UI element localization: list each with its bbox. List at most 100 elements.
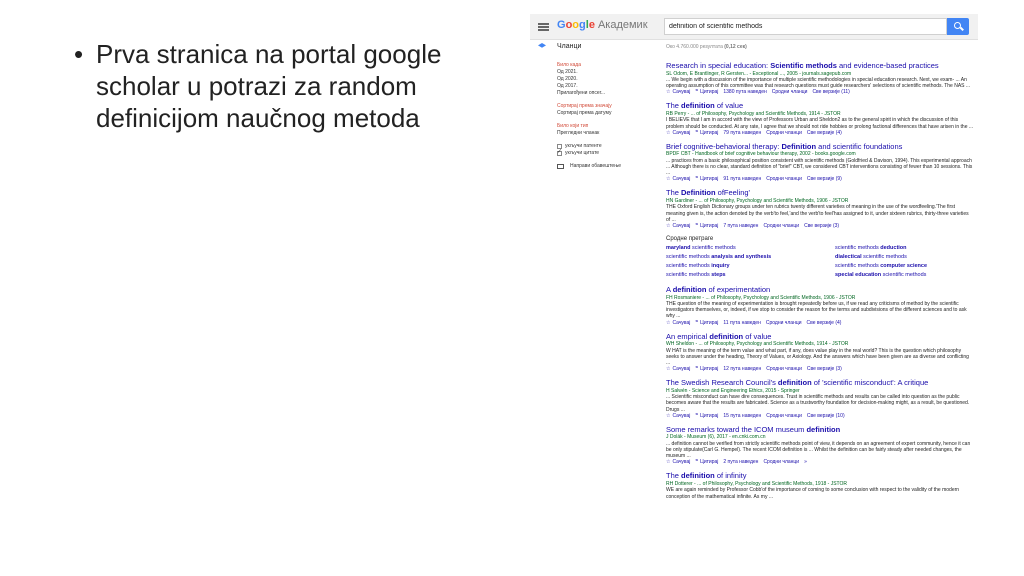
- quote-icon[interactable]: ❞: [695, 223, 698, 229]
- star-icon[interactable]: ☆: [666, 89, 670, 95]
- scholar-logo[interactable]: Google Академик: [557, 19, 648, 31]
- search-input[interactable]: [664, 18, 947, 35]
- save-link[interactable]: Сачувај: [672, 89, 690, 95]
- star-icon[interactable]: ☆: [666, 320, 670, 326]
- save-link[interactable]: Сачувај: [672, 366, 690, 372]
- time-2021[interactable]: Од 2021.: [557, 69, 657, 76]
- quote-icon[interactable]: ❞: [695, 366, 698, 372]
- cited-by-link[interactable]: 12 пута наведен: [723, 366, 761, 372]
- time-2020[interactable]: Од 2020.: [557, 76, 657, 83]
- quote-icon[interactable]: ❞: [695, 130, 698, 136]
- cited-by-link[interactable]: 15 пута наведен: [723, 413, 761, 419]
- time-custom[interactable]: Прилагођени опсег...: [557, 90, 657, 97]
- time-2017[interactable]: Од 2017.: [557, 83, 657, 90]
- quote-icon[interactable]: ❞: [695, 320, 698, 326]
- star-icon[interactable]: ☆: [666, 459, 670, 465]
- star-icon[interactable]: ☆: [666, 413, 670, 419]
- save-link[interactable]: Сачувај: [672, 459, 690, 465]
- related-search-link[interactable]: scientific methods deduction: [835, 245, 974, 251]
- menu-icon[interactable]: [538, 23, 549, 31]
- result-links: ☆ Сачувај ❞ Цитирај 12 пута наведен Сродни чл…: [666, 366, 974, 373]
- result-title-link[interactable]: The definition of infinity: [666, 472, 974, 481]
- save-link[interactable]: Сачувај: [672, 176, 690, 182]
- related-articles-link[interactable]: Сродни чланци: [766, 130, 802, 136]
- result-snippet: ... definition cannot be verified from s…: [666, 440, 971, 460]
- cite-link[interactable]: Цитирај: [700, 223, 718, 229]
- cite-link[interactable]: Цитирај: [700, 413, 718, 419]
- related-articles-link[interactable]: Сродни чланци: [766, 413, 802, 419]
- results-time: (0,12 сек): [724, 44, 747, 50]
- result-title-link[interactable]: An empirical definition of value: [666, 332, 974, 342]
- related-articles-link[interactable]: Сродни чланци: [763, 223, 799, 229]
- search-button[interactable]: [947, 18, 969, 35]
- save-link[interactable]: Сачувај: [672, 223, 690, 229]
- result-title-link[interactable]: Some remarks toward the ICOM museum defi…: [666, 425, 974, 435]
- related-search-link[interactable]: scientific methods steps: [666, 272, 835, 278]
- cite-link[interactable]: Цитирај: [700, 459, 718, 465]
- sort-relevance[interactable]: Сортирај према значају: [557, 103, 657, 110]
- result-title-link[interactable]: Research in special education: Scientifi…: [666, 61, 974, 71]
- cite-link[interactable]: Цитирај: [700, 176, 718, 182]
- related-search-link[interactable]: scientific methods analysis and synthesi…: [666, 254, 835, 260]
- related-bold: steps: [711, 272, 726, 279]
- slide-bullet: • Prva stranica na portal google scholar…: [74, 38, 494, 134]
- cite-link[interactable]: Цитирај: [700, 366, 718, 372]
- related-search-link[interactable]: dialectical scientific methods: [835, 254, 974, 260]
- cited-by-link[interactable]: 1380 пута наведен: [723, 89, 766, 95]
- create-alert-button[interactable]: Направи обавештење: [557, 163, 657, 170]
- related-search-link[interactable]: special education scientific methods: [835, 272, 974, 278]
- include-patents-checkbox[interactable]: укључи патенте: [557, 143, 657, 150]
- cited-by-link[interactable]: 79 пута наведен: [723, 130, 761, 136]
- cite-link[interactable]: Цитирај: [700, 130, 718, 136]
- cited-by-link[interactable]: 91 пута наведен: [723, 176, 761, 182]
- result-title-link[interactable]: Brief cognitive-behavioral therapy: Defi…: [666, 142, 974, 152]
- result-title-link[interactable]: The Definition ofFeeling': [666, 189, 974, 198]
- sort-date[interactable]: Сортирај према датуму: [557, 110, 657, 117]
- result-item: The definition of value RB Perry - ... of…: [666, 102, 974, 136]
- related-search-link[interactable]: maryland scientific methods: [666, 245, 835, 251]
- star-icon[interactable]: ☆: [666, 366, 670, 372]
- result-title-link[interactable]: The Swedish Research Council's definitio…: [666, 379, 974, 388]
- cited-by-link[interactable]: 7 пута наведен: [723, 223, 758, 229]
- related-articles-link[interactable]: Сродни чланци: [766, 176, 802, 182]
- versions-link[interactable]: Све верзије (3): [807, 366, 842, 372]
- star-icon[interactable]: ☆: [666, 223, 670, 229]
- versions-link[interactable]: Све верзије (4): [807, 130, 842, 136]
- quote-icon[interactable]: ❞: [695, 459, 698, 465]
- save-link[interactable]: Сачувај: [672, 320, 690, 326]
- versions-link[interactable]: Све верзије (11): [812, 89, 849, 95]
- title-text: Research in special education:: [666, 61, 771, 70]
- cited-by-link[interactable]: 2 пута наведен: [723, 459, 758, 465]
- versions-link[interactable]: Све верзије (4): [807, 320, 842, 326]
- related-search-link[interactable]: scientific methods computer science: [835, 263, 974, 269]
- result-title-link[interactable]: The definition of value: [666, 102, 974, 111]
- related-articles-link[interactable]: Сродни чланци: [763, 459, 799, 465]
- cited-by-link[interactable]: 11 пута наведен: [723, 320, 760, 326]
- related-articles-link[interactable]: Сродни чланци: [766, 366, 802, 372]
- versions-link[interactable]: Све верзије (10): [807, 413, 845, 419]
- save-link[interactable]: Сачувај: [672, 130, 690, 136]
- related-articles-link[interactable]: Сродни чланци: [772, 89, 808, 95]
- quote-icon[interactable]: ❞: [695, 176, 698, 182]
- save-link[interactable]: Сачувај: [672, 413, 690, 419]
- related-rest: scientific methods: [666, 263, 712, 270]
- time-any[interactable]: Било када: [557, 62, 657, 69]
- star-icon[interactable]: ☆: [666, 130, 670, 136]
- include-citations-checkbox[interactable]: укључи цитате: [557, 149, 657, 157]
- type-any[interactable]: Било који тип: [557, 123, 657, 130]
- star-icon[interactable]: ☆: [666, 176, 670, 182]
- versions-link[interactable]: Све верзије (3): [804, 223, 839, 229]
- title-text: The: [666, 188, 682, 198]
- related-search-link[interactable]: scientific methods inquiry: [666, 263, 835, 269]
- versions-link[interactable]: »: [804, 459, 807, 465]
- result-title-link[interactable]: A definition of experimentation: [666, 285, 974, 295]
- cite-link[interactable]: Цитирај: [700, 320, 718, 326]
- versions-link[interactable]: Све верзије (9): [807, 176, 842, 182]
- quote-icon[interactable]: ❞: [695, 413, 698, 419]
- type-review[interactable]: Прегледни чланак: [557, 130, 657, 137]
- cite-link[interactable]: Цитирај: [700, 89, 718, 95]
- articles-label[interactable]: Чланци: [557, 43, 581, 50]
- related-rest: scientific methods: [861, 254, 907, 261]
- quote-icon[interactable]: ❞: [695, 89, 698, 95]
- related-articles-link[interactable]: Сродни чланци: [766, 320, 802, 326]
